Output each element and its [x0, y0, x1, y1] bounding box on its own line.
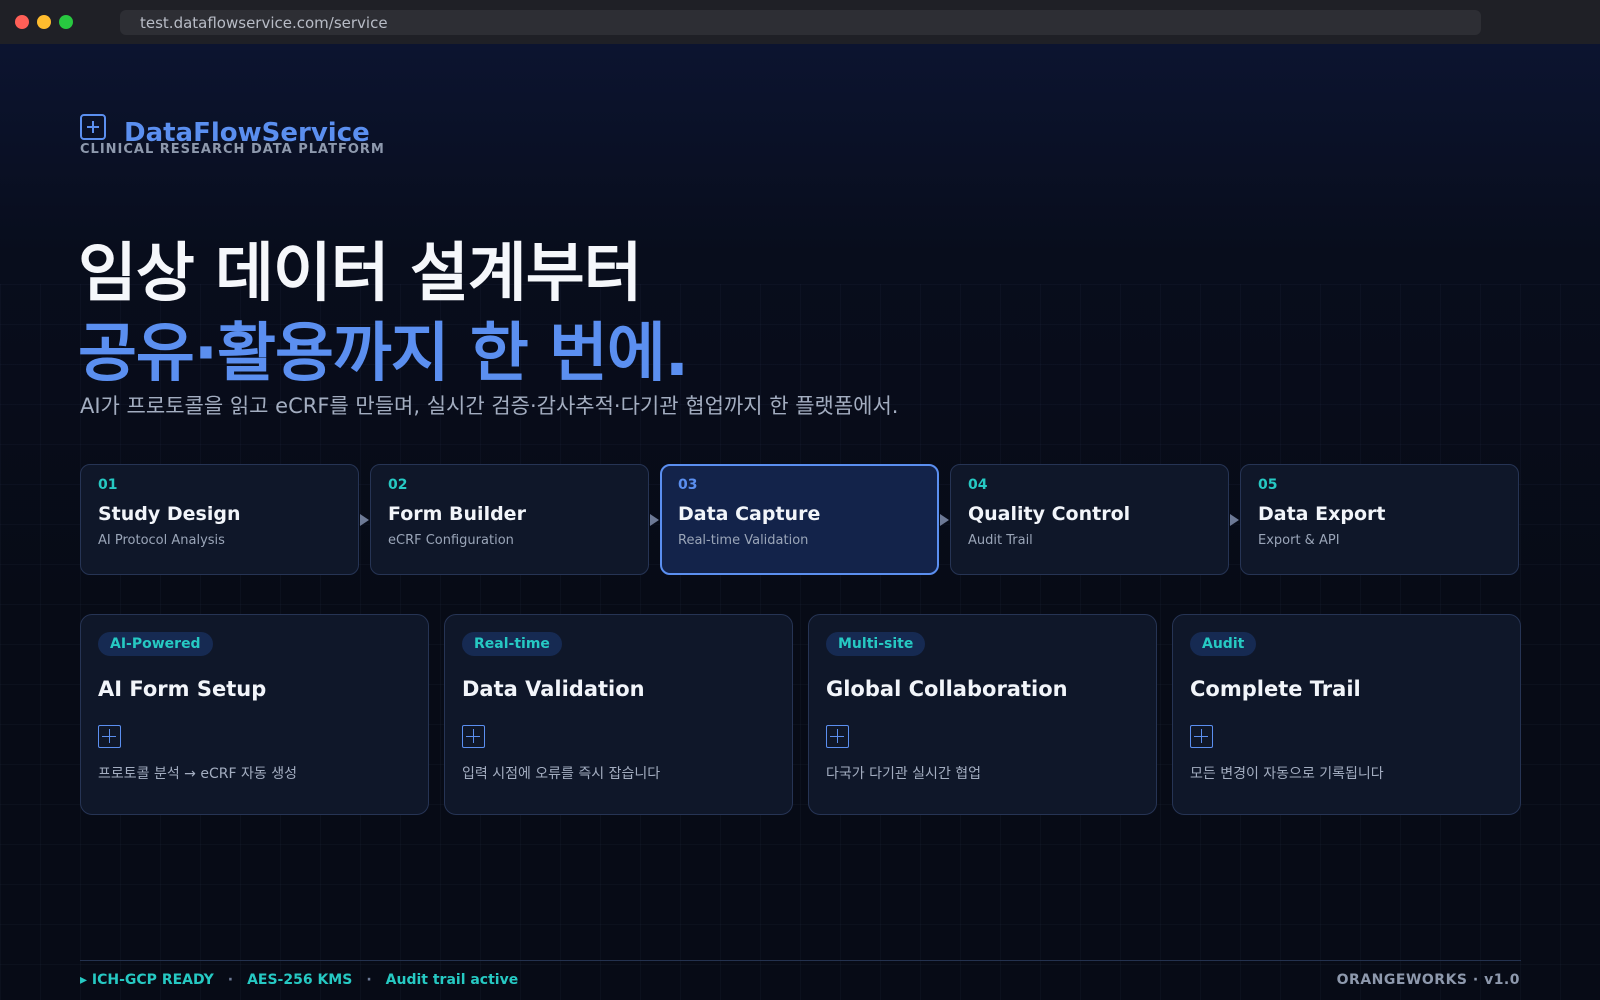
step-title: Study Design: [98, 503, 241, 525]
step-subtitle: Audit Trail: [968, 533, 1033, 548]
step-subtitle: eCRF Configuration: [388, 533, 514, 548]
step-title: Data Export: [1258, 503, 1386, 525]
step-number: 02: [388, 477, 408, 493]
feature-title: AI Form Setup: [98, 677, 267, 701]
plus-box-icon: [1190, 725, 1213, 748]
step-title: Form Builder: [388, 503, 526, 525]
feature-card-data-validation[interactable]: Real-time Data Validation 입력 시점에 오류를 즉시 …: [444, 614, 793, 815]
step-study-design[interactable]: 01 Study Design AI Protocol Analysis: [80, 464, 359, 575]
step-arrow-icon: [1230, 514, 1239, 526]
footer-separator: ·: [227, 972, 234, 988]
hero-title-line1: 임상 데이터 설계부터: [78, 237, 642, 311]
step-title: Data Capture: [678, 503, 821, 525]
page-main: DataFlowService CLINICAL RESEARCH DATA P…: [0, 44, 1600, 1000]
feature-description: 모든 변경이 자동으로 기록됩니다: [1190, 766, 1384, 782]
feature-tag: Multi-site: [826, 632, 926, 656]
feature-tag: AI-Powered: [98, 632, 213, 656]
hero-title-line2: 공유·활용까지 한 번에.: [78, 317, 689, 391]
feature-description: 프로토콜 분석 → eCRF 자동 생성: [98, 766, 297, 782]
step-quality-control[interactable]: 04 Quality Control Audit Trail: [950, 464, 1229, 575]
step-arrow-icon: [360, 514, 369, 526]
feature-title: Complete Trail: [1190, 677, 1361, 701]
plus-box-icon: [462, 725, 485, 748]
step-number: 03: [678, 477, 698, 493]
minimize-window-button[interactable]: [37, 15, 51, 29]
feature-description: 입력 시점에 오류를 즉시 잡습니다: [462, 766, 661, 782]
step-subtitle: Real-time Validation: [678, 533, 809, 548]
plus-box-icon: [98, 725, 121, 748]
step-arrow-icon: [940, 514, 949, 526]
feature-card-global-collaboration[interactable]: Multi-site Global Collaboration 다국가 다기관 …: [808, 614, 1157, 815]
hero-subtitle: AI가 프로토콜을 읽고 eCRF를 만들며, 실시간 검증·감사추적·다기관 …: [80, 394, 899, 418]
step-form-builder[interactable]: 02 Form Builder eCRF Configuration: [370, 464, 649, 575]
feature-card-ai-form-setup[interactable]: AI-Powered AI Form Setup 프로토콜 분석 → eCRF …: [80, 614, 429, 815]
step-subtitle: AI Protocol Analysis: [98, 533, 225, 548]
brand-tagline: CLINICAL RESEARCH DATA PLATFORM: [80, 142, 385, 157]
address-bar[interactable]: test.dataflowservice.com/service: [120, 10, 1481, 35]
status-encryption: AES-256 KMS: [247, 972, 353, 988]
plus-box-icon: [80, 114, 106, 140]
step-data-capture[interactable]: 03 Data Capture Real-time Validation: [660, 464, 939, 575]
step-title: Quality Control: [968, 503, 1131, 525]
step-number: 01: [98, 477, 118, 493]
feature-tag: Audit: [1190, 632, 1257, 656]
feature-card-complete-trail[interactable]: Audit Complete Trail 모든 변경이 자동으로 기록됩니다: [1172, 614, 1521, 815]
plus-box-icon: [826, 725, 849, 748]
status-compliance: ▸ ICH-GCP READY: [80, 972, 214, 988]
feature-description: 다국가 다기관 실시간 협업: [826, 766, 982, 782]
step-number: 05: [1258, 477, 1278, 493]
feature-title: Data Validation: [462, 677, 645, 701]
feature-tag: Real-time: [462, 632, 562, 656]
step-data-export[interactable]: 05 Data Export Export & API: [1240, 464, 1519, 575]
footer-divider: [80, 960, 1521, 961]
browser-chrome: test.dataflowservice.com/service: [0, 0, 1600, 44]
maximize-window-button[interactable]: [59, 15, 73, 29]
step-subtitle: Export & API: [1258, 533, 1340, 548]
step-arrow-icon: [650, 514, 659, 526]
feature-title: Global Collaboration: [826, 677, 1068, 701]
footer-status: ▸ ICH-GCP READY · AES-256 KMS · Audit trail …: [80, 972, 518, 988]
footer-separator: ·: [366, 972, 372, 988]
step-number: 04: [968, 477, 988, 493]
footer-credit: ORANGEWORKS · v1.0: [1336, 972, 1520, 988]
close-window-button[interactable]: [15, 15, 29, 29]
status-audit: Audit trail active: [385, 972, 519, 988]
